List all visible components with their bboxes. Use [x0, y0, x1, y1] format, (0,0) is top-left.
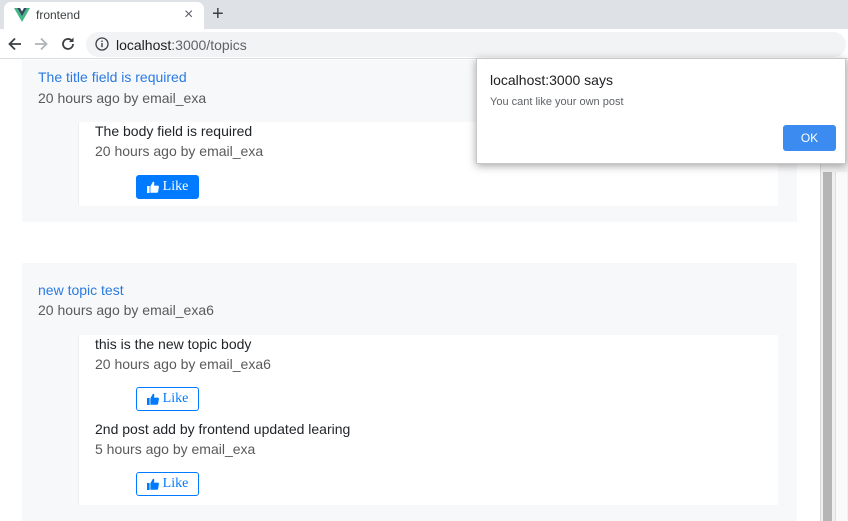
reload-icon[interactable]	[58, 34, 78, 54]
post-body: 2nd post add by frontend updated learing	[95, 421, 351, 437]
thumbs-up-icon	[146, 181, 159, 193]
side-panel-edge	[835, 172, 847, 521]
thumbs-up-icon	[146, 393, 159, 405]
url-host: localhost	[116, 37, 172, 53]
vue-logo-icon	[14, 8, 30, 22]
thumbs-up-icon	[146, 478, 159, 490]
topic-title-link[interactable]: The title field is required	[38, 69, 187, 85]
dialog-message: You cant like your own post	[490, 96, 624, 108]
like-button[interactable]: Like	[136, 387, 199, 411]
like-label: Like	[162, 391, 189, 406]
forward-arrow-icon[interactable]	[31, 34, 51, 54]
browser-tab[interactable]: frontend ×	[4, 2, 204, 29]
like-label: Like	[162, 179, 189, 194]
like-button[interactable]: Like	[136, 175, 199, 199]
post-body: this is the new topic body	[95, 336, 252, 352]
topic-meta: 20 hours ago by email_exa6	[38, 302, 214, 318]
tab-title: frontend	[36, 8, 81, 22]
topic-meta: 20 hours ago by email_exa	[38, 90, 207, 106]
tab-strip: frontend × +	[0, 0, 848, 29]
like-label: Like	[162, 476, 189, 491]
url-path: :3000/topics	[171, 37, 247, 53]
url-text: localhost:3000/topics	[116, 37, 247, 53]
topic-card: new topic test 20 hours ago by email_exa…	[22, 263, 797, 521]
back-arrow-icon[interactable]	[5, 34, 25, 54]
ok-button[interactable]: OK	[783, 125, 836, 151]
close-icon[interactable]: ×	[184, 6, 193, 24]
post-meta: 20 hours ago by email_exa	[95, 143, 264, 159]
browser-toolbar: localhost:3000/topics	[0, 29, 848, 59]
info-icon[interactable]	[95, 37, 109, 51]
alert-dialog: localhost:3000 says You cant like your o…	[476, 58, 846, 164]
post-body: The body field is required	[95, 123, 253, 139]
post-meta: 20 hours ago by email_exa6	[95, 356, 271, 372]
address-bar[interactable]: localhost:3000/topics	[86, 32, 846, 57]
scrollbar-thumb[interactable]	[823, 172, 832, 521]
dialog-title: localhost:3000 says	[490, 72, 613, 88]
plus-icon[interactable]: +	[212, 3, 224, 25]
topic-title-link[interactable]: new topic test	[38, 282, 124, 298]
post-meta: 5 hours ago by email_exa	[95, 441, 256, 457]
like-button[interactable]: Like	[136, 472, 199, 496]
post-list: this is the new topic body 20 hours ago …	[78, 335, 778, 505]
